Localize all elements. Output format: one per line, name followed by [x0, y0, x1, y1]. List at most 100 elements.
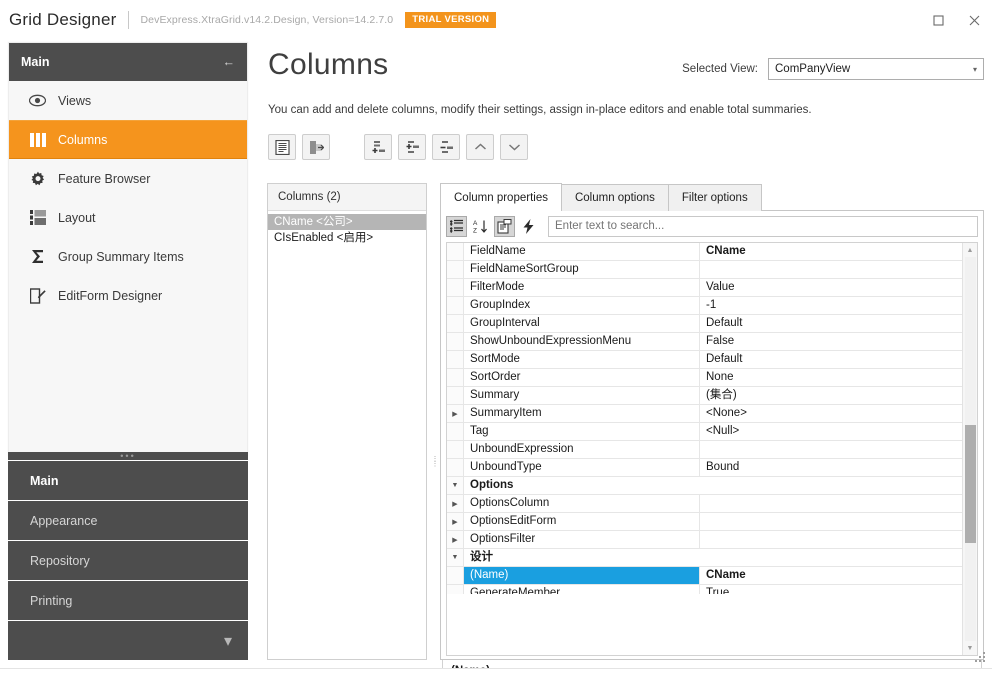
property-name: SortMode [464, 351, 700, 368]
property-value[interactable]: -1 [700, 297, 962, 314]
row-expander-icon[interactable] [447, 441, 464, 458]
tab-filter-options[interactable]: Filter options [667, 184, 762, 211]
scrollbar-thumb[interactable] [964, 425, 976, 543]
property-value[interactable] [700, 513, 962, 530]
table-row[interactable]: SortOrder None [447, 369, 962, 387]
table-row[interactable]: ▶ OptionsEditForm [447, 513, 962, 531]
row-expander-icon[interactable] [447, 351, 464, 368]
property-value[interactable]: (集合) [700, 387, 962, 404]
property-grid-scrollbar[interactable]: ▲ ▼ [962, 243, 977, 655]
row-expander-icon[interactable]: ▼ [447, 549, 464, 566]
sidebar-item-views[interactable]: Views [9, 81, 247, 120]
add-row-button[interactable] [364, 134, 392, 160]
alphabetical-sort-icon[interactable]: AZ [470, 216, 491, 237]
property-value[interactable]: Bound [700, 459, 962, 476]
property-value[interactable]: False [700, 333, 962, 350]
sidebar-group-repository[interactable]: Repository [8, 540, 248, 580]
list-item[interactable]: CName <公司> [268, 214, 426, 230]
search-input[interactable] [548, 215, 978, 237]
scrollbar-track[interactable] [964, 257, 976, 641]
move-down-button[interactable] [500, 134, 528, 160]
property-value[interactable]: Default [700, 315, 962, 332]
row-expander-icon[interactable] [447, 459, 464, 476]
property-pages-icon[interactable] [494, 215, 515, 237]
sidebar-group-printing[interactable]: Printing [8, 580, 248, 620]
retrieve-fields-button[interactable] [302, 134, 330, 160]
sigma-icon [29, 248, 46, 265]
property-value[interactable] [700, 261, 962, 278]
property-value[interactable] [700, 441, 962, 458]
table-row[interactable]: ▶ OptionsColumn [447, 495, 962, 513]
table-row[interactable]: FieldName CName [447, 243, 962, 261]
remove-row-button[interactable] [432, 134, 460, 160]
sidebar-resize-grip[interactable]: ••• [8, 451, 248, 460]
back-arrow-icon[interactable]: ← [223, 55, 236, 69]
row-expander-icon[interactable] [447, 423, 464, 440]
table-row[interactable]: ▶ SummaryItem <None> [447, 405, 962, 423]
property-value[interactable]: True [700, 585, 962, 594]
lightning-events-icon[interactable] [518, 216, 539, 237]
sidebar-group-main[interactable]: Main [8, 460, 248, 500]
maximize-icon[interactable] [920, 0, 956, 40]
tab-column-properties[interactable]: Column properties [440, 183, 562, 211]
row-expander-icon[interactable]: ▶ [447, 513, 464, 530]
property-value[interactable]: CName [700, 243, 962, 260]
table-row[interactable]: UnboundType Bound [447, 459, 962, 477]
row-expander-icon[interactable] [447, 297, 464, 314]
row-expander-icon[interactable] [447, 279, 464, 296]
table-row[interactable]: FieldNameSortGroup [447, 261, 962, 279]
row-expander-icon[interactable] [447, 261, 464, 278]
scroll-up-arrow-icon[interactable]: ▲ [967, 243, 974, 257]
table-row[interactable]: GroupInterval Default [447, 315, 962, 333]
sidebar-item-layout[interactable]: Layout [9, 198, 247, 237]
row-expander-icon[interactable] [447, 243, 464, 260]
sidebar-group-appearance[interactable]: Appearance [8, 500, 248, 540]
tab-column-options[interactable]: Column options [560, 184, 669, 211]
table-row[interactable]: ▶ OptionsFilter [447, 531, 962, 549]
property-value[interactable]: Default [700, 351, 962, 368]
table-row[interactable]: GenerateMember True [447, 585, 962, 594]
row-expander-icon[interactable] [447, 333, 464, 350]
table-row[interactable]: UnboundExpression [447, 441, 962, 459]
add-column-button[interactable] [268, 134, 296, 160]
row-expander-icon[interactable]: ▶ [447, 495, 464, 512]
table-row[interactable]: Summary (集合) [447, 387, 962, 405]
row-expander-icon[interactable] [447, 387, 464, 404]
row-expander-icon[interactable] [447, 585, 464, 594]
row-expander-icon[interactable]: ▶ [447, 531, 464, 548]
table-row[interactable]: SortMode Default [447, 351, 962, 369]
table-row-category[interactable]: ▼ 设计 [447, 549, 962, 567]
sidebar-item-group-summary-items[interactable]: Group Summary Items [9, 237, 247, 276]
insert-row-button[interactable] [398, 134, 426, 160]
sidebar-item-editform-designer[interactable]: EditForm Designer [9, 276, 247, 315]
move-up-button[interactable] [466, 134, 494, 160]
property-value[interactable]: <None> [700, 405, 962, 422]
sidebar-item-feature-browser[interactable]: Feature Browser [9, 159, 247, 198]
table-row-category[interactable]: ▼ Options [447, 477, 962, 495]
selected-view-dropdown[interactable]: ComPanyView ▾ [768, 58, 984, 80]
row-expander-icon[interactable]: ▼ [447, 477, 464, 494]
property-value[interactable]: CName [700, 567, 962, 584]
row-expander-icon[interactable] [447, 567, 464, 584]
property-value[interactable] [700, 531, 962, 548]
scroll-down-arrow-icon[interactable]: ▼ [967, 641, 974, 655]
property-value[interactable]: <Null> [700, 423, 962, 440]
table-row[interactable]: Tag <Null> [447, 423, 962, 441]
property-value[interactable]: None [700, 369, 962, 386]
property-value[interactable]: Value [700, 279, 962, 296]
panel-splitter[interactable]: ⋮ ⋮ [432, 442, 439, 482]
property-value[interactable] [700, 495, 962, 512]
categorized-sort-icon[interactable] [446, 215, 467, 237]
resize-grip-icon[interactable] [975, 652, 987, 664]
sidebar-group-more-button[interactable]: ▾ [8, 620, 248, 660]
row-expander-icon[interactable]: ▶ [447, 405, 464, 422]
table-row[interactable]: FilterMode Value [447, 279, 962, 297]
row-expander-icon[interactable] [447, 369, 464, 386]
table-row[interactable]: ShowUnboundExpressionMenu False [447, 333, 962, 351]
table-row-selected[interactable]: (Name) CName [447, 567, 962, 585]
table-row[interactable]: GroupIndex -1 [447, 297, 962, 315]
close-icon[interactable] [956, 0, 992, 40]
list-item[interactable]: CIsEnabled <启用> [268, 230, 426, 246]
sidebar-item-columns[interactable]: Columns [9, 120, 247, 159]
row-expander-icon[interactable] [447, 315, 464, 332]
